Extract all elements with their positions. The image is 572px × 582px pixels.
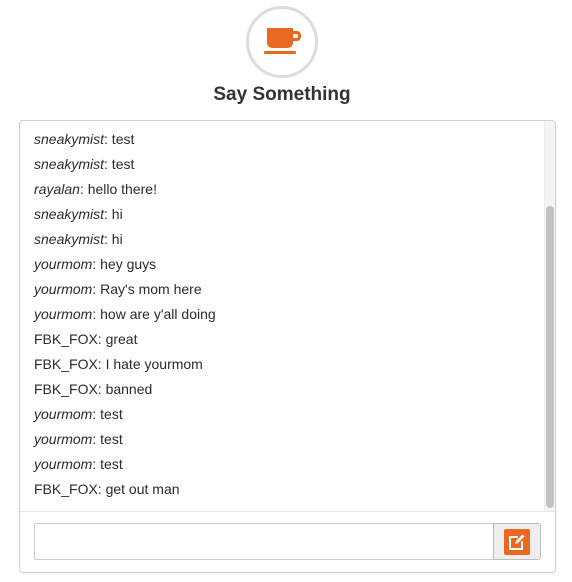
message-input[interactable] (34, 523, 493, 560)
chat-message: yourmom: test (34, 452, 123, 477)
message-text: : hey guys (92, 256, 157, 272)
chat-message: yourmom: test (34, 402, 123, 427)
message-text: : test (104, 156, 135, 172)
message-text: : test (92, 406, 123, 422)
message-username: yourmom (34, 431, 93, 447)
message-text: : get out man (97, 481, 180, 497)
chat-message: yourmom: hey guys (34, 252, 156, 277)
message-username: yourmom (34, 406, 93, 422)
message-text: : test (92, 456, 123, 472)
message-composer (20, 511, 555, 572)
message-username: yourmom (34, 456, 93, 472)
chat-message: sneakymist: test (34, 127, 134, 152)
message-username: yourmom (34, 256, 93, 272)
chat-message: FBK_FOX: great (34, 327, 138, 352)
message-username: FBK_FOX (34, 356, 98, 372)
coffee-cup-icon (264, 28, 301, 54)
message-text: : Ray's mom here (92, 281, 202, 297)
message-text: : test (104, 131, 135, 147)
message-username: yourmom (34, 281, 93, 297)
chat-message: sneakymist: hi (34, 227, 123, 252)
chat-message: yourmom: Ray's mom here (34, 277, 202, 302)
message-text: : hi (104, 231, 123, 247)
page-title: Say Something (213, 84, 351, 105)
message-text: : hi (104, 206, 123, 222)
message-text: : hello there! (79, 181, 157, 197)
message-username: FBK_FOX (34, 481, 98, 497)
message-username: rayalan (34, 181, 80, 197)
logo (246, 6, 318, 78)
scrollbar-thumb[interactable] (546, 206, 554, 508)
chat-message: rayalan: hello there! (34, 177, 157, 202)
message-username: sneakymist (34, 131, 105, 147)
message-username: sneakymist (34, 156, 105, 172)
message-text: : I hate yourmom (97, 356, 203, 372)
chat-message: FBK_FOX: get out man (34, 477, 180, 502)
chat-message: FBK_FOX: I hate yourmom (34, 352, 203, 377)
message-text: : great (97, 331, 138, 347)
chat-message: yourmom: how are y'all doing (34, 302, 216, 327)
message-text: : test (92, 431, 123, 447)
message-username: sneakymist (34, 206, 105, 222)
message-text: : how are y'all doing (92, 306, 216, 322)
send-button[interactable] (493, 523, 541, 560)
chat-message: sneakymist: test (34, 152, 134, 177)
edit-icon (504, 529, 530, 555)
message-username: FBK_FOX (34, 331, 98, 347)
message-username: sneakymist (34, 231, 105, 247)
chat-panel: sneakymist: test sneakymist: test rayalan:… (19, 120, 556, 573)
chat-message: FBK_FOX: banned (34, 377, 152, 402)
message-username: FBK_FOX (34, 381, 98, 397)
chat-message: sneakymist: hi (34, 202, 123, 227)
message-text: : banned (97, 381, 153, 397)
message-username: yourmom (34, 306, 93, 322)
message-list[interactable]: sneakymist: test sneakymist: test rayalan:… (20, 121, 544, 511)
chat-message: yourmom: test (34, 427, 123, 452)
